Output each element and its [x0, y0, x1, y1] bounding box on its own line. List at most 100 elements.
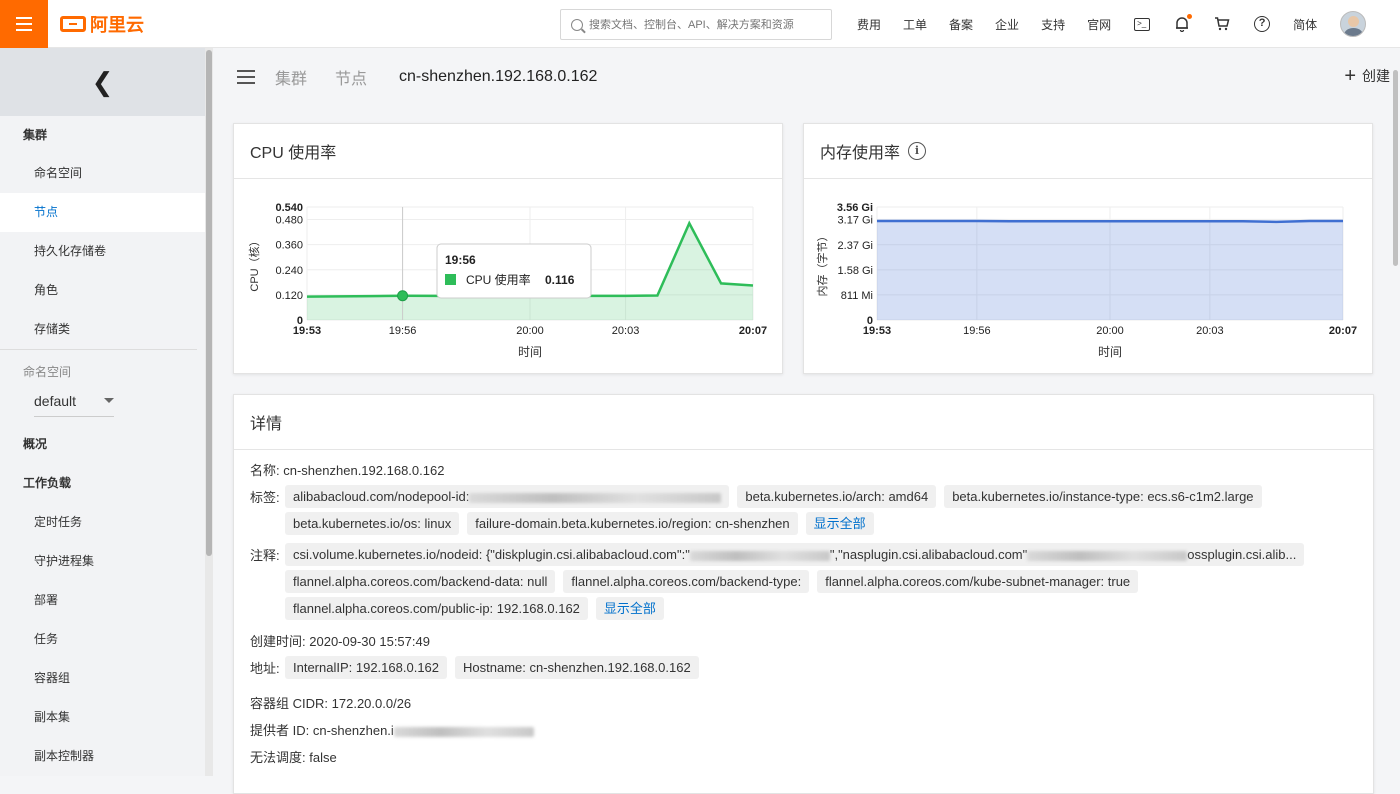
y-tick-label: 2.37 Gi [838, 240, 873, 252]
y-tick-label: 0.540 [275, 202, 303, 214]
sidebar-item-replicasets[interactable]: 副本集 [0, 698, 205, 737]
global-search[interactable] [560, 9, 832, 40]
sidebar-item-daemonsets[interactable]: 守护进程集 [0, 542, 205, 581]
nav-icp[interactable]: 备案 [949, 16, 973, 33]
plus-icon: + [1344, 65, 1356, 87]
nav-website[interactable]: 官网 [1087, 16, 1111, 33]
annotation-text: ","nasplugin.csi.alibabacloud.com" [829, 547, 1028, 562]
annotations-row-3: flannel.alpha.coreos.com/public-ip: 192.… [285, 597, 664, 620]
unschedulable-row: 无法调度: false [250, 747, 337, 766]
terminal-icon[interactable]: >_ [1133, 15, 1151, 33]
annotations-show-all-link[interactable]: 显示全部 [595, 597, 664, 620]
address-tag: Hostname: cn-shenzhen.192.168.0.162 [455, 656, 699, 679]
annotation-tag: flannel.alpha.coreos.com/kube-subnet-man… [817, 570, 1139, 593]
cpu-card-title: CPU 使用率 [250, 145, 337, 162]
bell-icon[interactable] [1173, 14, 1193, 33]
main-menu-button[interactable] [0, 0, 48, 48]
provider-value: cn-shenzhen.i [312, 723, 394, 738]
y-tick-label: 1.58 Gi [838, 265, 873, 277]
cart-icon[interactable] [1213, 15, 1231, 33]
sidebar-collapse-button[interactable]: ❮ [0, 48, 205, 116]
x-tick-label: 20:00 [1096, 325, 1124, 337]
sidebar-item-pods[interactable]: 容器组 [0, 659, 205, 698]
provider-label: 提供者 ID: [250, 723, 310, 738]
label-tag: beta.kubernetes.io/arch: amd64 [737, 485, 937, 508]
cpu-usage-chart[interactable]: 00.1200.2400.3600.4800.54019:53 19:56 20:0… [234, 179, 782, 373]
series-line [877, 219, 1343, 224]
details-title: 详情 [250, 416, 283, 433]
cidr-row: 容器组 CIDR: 172.20.0.0/26 [250, 693, 411, 712]
sidebar-scroll-thumb[interactable] [206, 50, 212, 556]
x-tick-label: 20:07 [739, 325, 767, 337]
created-row: 创建时间: 2020-09-30 15:57:49 [250, 631, 430, 650]
details-card-header: 详情 [234, 395, 1373, 450]
nav-support[interactable]: 支持 [1041, 16, 1065, 33]
cidr-value: 172.20.0.0/26 [331, 696, 412, 711]
x-tick-label: 19:56 [963, 325, 991, 337]
annotation-text: csi.volume.kubernetes.io/nodeid: {"diskp… [293, 547, 690, 562]
created-label: 创建时间: [250, 634, 306, 649]
cidr-label: 容器组 CIDR: [250, 696, 329, 711]
annotations-label: 注释: [250, 548, 280, 563]
annotations-row-2: flannel.alpha.coreos.com/backend-data: n… [285, 570, 1139, 593]
sidebar-item-persistent-volumes[interactable]: 持久化存储卷 [0, 232, 205, 271]
nav-tickets[interactable]: 工单 [903, 16, 927, 33]
label-text: alibabacloud.com/nodepool-id: [293, 489, 470, 504]
info-icon[interactable]: i [908, 142, 927, 160]
sidebar-item-roles[interactable]: 角色 [0, 271, 205, 310]
x-tick-label: 20:03 [1196, 325, 1224, 337]
annotation-tag: csi.volume.kubernetes.io/nodeid: {"diskp… [285, 543, 1305, 566]
x-axis-label: 时间 [518, 345, 542, 359]
sidebar-item-cronjobs[interactable]: 定时任务 [0, 503, 205, 542]
x-tick-label: 19:53 [863, 325, 891, 337]
x-tick-label: 20:03 [612, 325, 640, 337]
name-value: cn-shenzhen.192.168.0.162 [283, 463, 445, 478]
redacted-value [393, 726, 534, 737]
cpu-card-header: CPU 使用率 [234, 124, 782, 179]
language-switch[interactable]: 简体 [1293, 16, 1317, 33]
notification-dot [1187, 14, 1193, 19]
annotation-tag: flannel.alpha.coreos.com/backend-data: n… [285, 570, 556, 593]
aliyun-logo[interactable]: 阿里云 [60, 11, 144, 37]
user-avatar[interactable] [1340, 11, 1367, 37]
sidebar-item-namespaces[interactable]: 命名空间 [0, 154, 205, 193]
sidebar-group-cluster[interactable]: 集群 [0, 116, 205, 154]
annotation-tag: flannel.alpha.coreos.com/public-ip: 192.… [285, 597, 588, 620]
breadcrumb-nodes[interactable]: 节点 [335, 65, 367, 89]
namespace-label: 命名空间 [23, 365, 72, 379]
labels-row-1: alibabacloud.com/nodepool-id: beta.kuber… [285, 485, 1262, 508]
sidebar-item-storage-classes[interactable]: 存储类 [0, 310, 205, 349]
label-tag: alibabacloud.com/nodepool-id: [285, 485, 730, 508]
x-tick-label: 20:07 [1329, 325, 1357, 337]
sidebar-item-replication-controllers[interactable]: 副本控制器 [0, 737, 205, 776]
label-tag: failure-domain.beta.kubernetes.io/region… [467, 512, 798, 535]
main-content: 集群 节点 cn-shenzhen.192.168.0.162 + 创建 CPU… [213, 48, 1390, 794]
nav-enterprise[interactable]: 企业 [995, 16, 1019, 33]
labels-show-all-link[interactable]: 显示全部 [805, 512, 874, 535]
sidebar-group-workloads[interactable]: 工作负载 [0, 464, 205, 503]
namespace-select[interactable]: default [34, 385, 114, 417]
y-tick-label: 0.480 [275, 215, 303, 227]
y-tick-label: 0.120 [275, 290, 303, 302]
annotations-row-1: csi.volume.kubernetes.io/nodeid: {"diskp… [285, 543, 1305, 566]
nav-billing[interactable]: 费用 [857, 16, 881, 33]
sidebar-item-jobs[interactable]: 任务 [0, 620, 205, 659]
y-axis-label: 内存（字节） [815, 231, 829, 297]
main-scrollbar[interactable] [1390, 48, 1400, 776]
main-scroll-thumb[interactable] [1393, 70, 1398, 266]
caret-down-icon [104, 398, 114, 403]
unschedulable-label: 无法调度: [250, 750, 306, 765]
label-tag: beta.kubernetes.io/instance-type: ecs.s6… [944, 485, 1262, 508]
toggle-nav-button[interactable] [237, 70, 255, 84]
help-icon[interactable]: ? [1253, 15, 1271, 33]
sidebar-item-deployments[interactable]: 部署 [0, 581, 205, 620]
sidebar-item-nodes[interactable]: 节点 [0, 193, 205, 232]
breadcrumb-cluster[interactable]: 集群 [275, 65, 307, 89]
sidebar-item-overview[interactable]: 概况 [0, 425, 205, 464]
search-input[interactable] [589, 18, 819, 31]
sidebar-scrollbar[interactable] [205, 48, 213, 776]
memory-usage-chart[interactable]: 0811 Mi1.58 Gi2.37 Gi3.17 Gi3.56 Gi19:53… [804, 179, 1372, 373]
redacted-value [469, 492, 722, 503]
annotation-tag: flannel.alpha.coreos.com/backend-type: [563, 570, 810, 593]
create-button[interactable]: + 创建 [1344, 66, 1390, 86]
